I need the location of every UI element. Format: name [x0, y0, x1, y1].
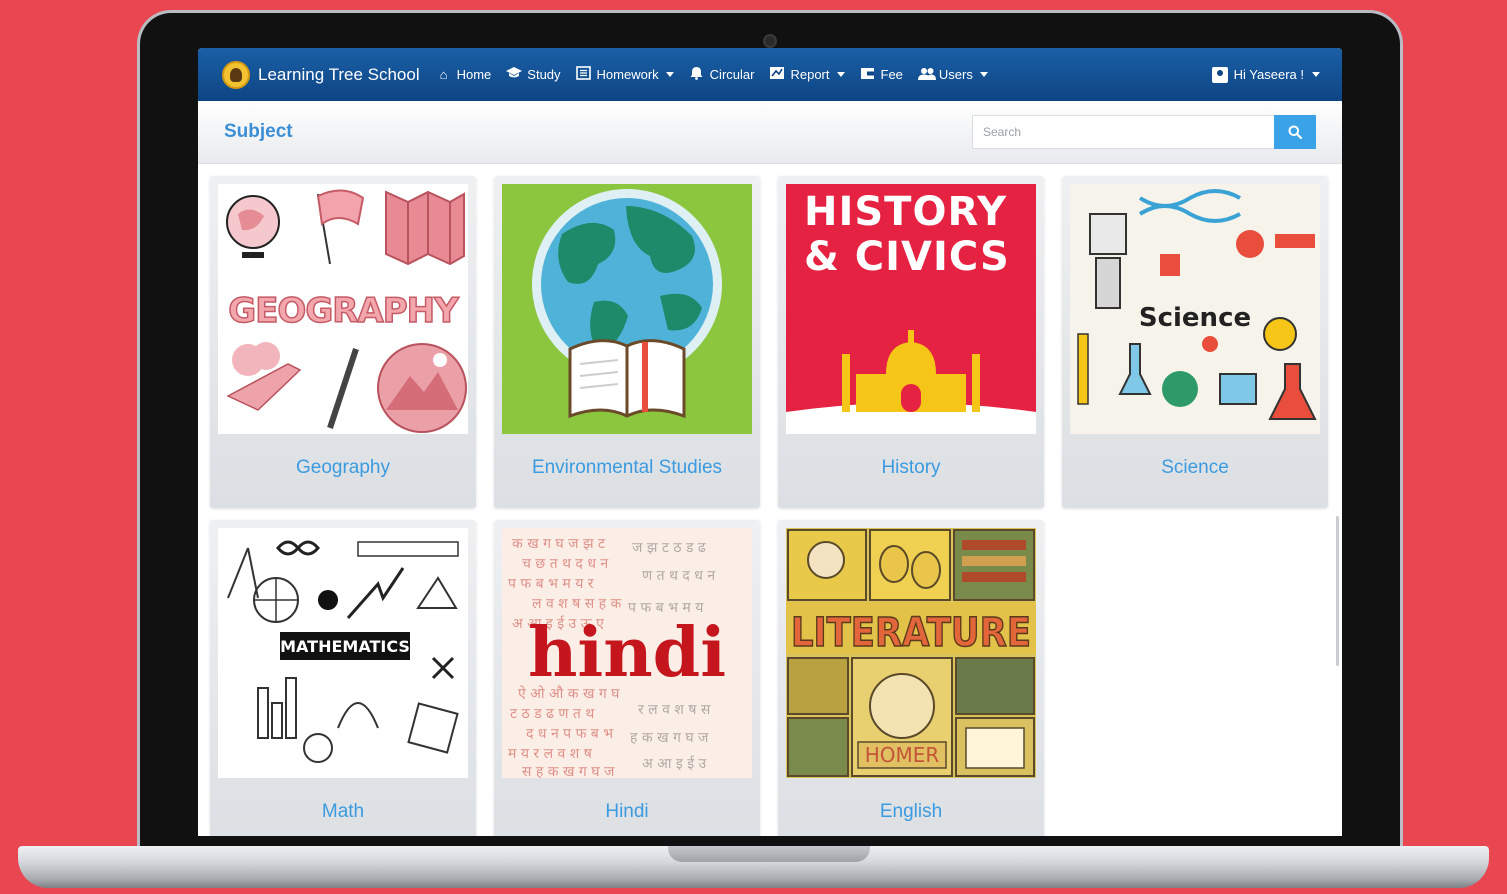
subject-image-math: MATHEMATICS — [218, 528, 468, 778]
subject-label: History — [881, 457, 941, 478]
user-menu[interactable]: Hi Yaseera ! — [1211, 66, 1320, 83]
nav-item-label: Fee — [880, 67, 903, 82]
book-icon — [576, 66, 592, 83]
nav-item-label: Study — [527, 67, 561, 82]
laptop-notch — [668, 846, 870, 862]
page-title: Subject — [224, 121, 293, 142]
subject-label: Environmental Studies — [531, 457, 723, 478]
svg-text:म य र ल व श ष: म य र ल व श ष — [508, 746, 593, 762]
navbar: Learning Tree School ⌂ Home Study Homewo… — [198, 48, 1342, 101]
nav-item-circular[interactable]: Circular — [689, 66, 755, 83]
wallet-icon — [860, 66, 876, 83]
math-image-text: MATHEMATICS — [280, 637, 410, 656]
report-icon — [769, 66, 785, 83]
nav-item-label: Report — [790, 67, 830, 82]
nav-item-report[interactable]: Report — [769, 66, 845, 83]
app-screen: Learning Tree School ⌂ Home Study Homewo… — [198, 48, 1342, 836]
subject-image-history: HISTORY & CIVICS — [786, 184, 1036, 434]
subject-label: Geography — [295, 457, 390, 478]
subject-card-english[interactable]: LITERATURE HOMER English — [778, 520, 1044, 836]
nav-item-label: Users — [938, 67, 973, 82]
user-greeting: Hi Yaseera ! — [1233, 67, 1304, 82]
nav-item-users[interactable]: Users — [917, 67, 988, 83]
subject-card-environmental-studies[interactable]: Environmental Studies — [494, 176, 760, 508]
nav-item-label: Circular — [709, 67, 755, 82]
svg-text:द ध न प फ ब भ: द ध न प फ ब भ — [526, 726, 614, 742]
nav-item-label: Homework — [596, 67, 659, 82]
subject-card-math[interactable]: MATHEMATICS Math — [210, 520, 476, 836]
subject-label: Hindi — [605, 801, 649, 822]
svg-text:ण त थ द ध न: ण त थ द ध न — [642, 568, 715, 584]
bell-icon — [689, 66, 705, 83]
school-logo-icon — [222, 60, 250, 89]
user-profile-icon — [1211, 66, 1228, 83]
subject-image-geography: GEOGRAPHY — [218, 184, 468, 434]
graduation-cap-icon — [506, 67, 523, 82]
nav-item-study[interactable]: Study — [506, 67, 561, 82]
subject-image-hindi: क ख ग घ ज झ ट च छ त थ द ध न प फ ब भ म य र… — [502, 528, 752, 778]
subject-image-environmental-studies — [502, 184, 752, 434]
svg-text:स ह क ख ग घ ज: स ह क ख ग घ ज — [522, 764, 615, 778]
chevron-down-icon — [836, 72, 845, 77]
subject-card-history[interactable]: HISTORY & CIVICS History — [778, 176, 1044, 508]
svg-text:ट ठ ड ढ ण त थ: ट ठ ड ढ ण त थ — [510, 706, 595, 722]
subject-card-science[interactable]: Science Science — [1062, 176, 1328, 508]
camera-icon — [763, 34, 777, 48]
subject-image-science: Science — [1070, 184, 1320, 434]
nav-item-homework[interactable]: Homework — [576, 66, 674, 83]
geography-image-text: GEOGRAPHY — [228, 291, 459, 331]
svg-text:प फ ब भ म य र: प फ ब भ म य र — [508, 576, 594, 592]
svg-text:ल व श ष स ह क: ल व श ष स ह क — [532, 596, 621, 612]
brand-name: Learning Tree School — [258, 64, 420, 84]
subject-card-geography[interactable]: GEOGRAPHY Geography — [210, 176, 476, 508]
nav-item-fee[interactable]: Fee — [860, 66, 903, 83]
home-icon: ⌂ — [439, 67, 448, 82]
subject-label: Science — [1161, 457, 1229, 478]
page-header: Subject — [198, 101, 1342, 164]
users-icon — [917, 67, 936, 83]
chevron-down-icon — [665, 72, 674, 77]
search-input[interactable] — [972, 115, 1274, 149]
brand[interactable]: Learning Tree School — [222, 60, 420, 89]
nav-item-label: Home — [456, 67, 492, 82]
english-image-subtext: HOMER — [865, 743, 940, 767]
nav-item-home[interactable]: ⌂ Home — [436, 67, 492, 82]
svg-text:च छ त थ द ध न: च छ त थ द ध न — [522, 556, 608, 572]
svg-text:ज झ ट ठ ड ढ: ज झ ट ठ ड ढ — [632, 540, 707, 556]
subject-label: English — [879, 801, 943, 822]
svg-text:ह क ख ग घ ज: ह क ख ग घ ज — [630, 730, 709, 746]
english-image-text: LITERATURE — [791, 610, 1031, 656]
subject-card-hindi[interactable]: क ख ग घ ज झ ट च छ त थ द ध न प फ ब भ म य र… — [494, 520, 760, 836]
subject-label: Math — [321, 801, 365, 822]
subject-image-english: LITERATURE HOMER — [786, 528, 1036, 778]
svg-text:र ल व श ष स: र ल व श ष स — [638, 702, 711, 718]
chevron-down-icon — [979, 72, 988, 77]
subject-grid: GEOGRAPHY Geography Environmental Studie… — [210, 176, 1330, 836]
science-image-text: Science — [1139, 303, 1251, 333]
svg-text:अ आ इ ई उ: अ आ इ ई उ — [642, 755, 707, 772]
search-icon — [1288, 125, 1302, 139]
nav-menu: ⌂ Home Study Homework Circular Report Fe… — [436, 66, 988, 83]
chevron-down-icon — [1312, 72, 1320, 77]
scrollbar[interactable] — [1336, 516, 1339, 666]
svg-text:क ख ग घ ज झ ट: क ख ग घ ज झ ट — [512, 536, 606, 552]
hindi-image-text: hindi — [528, 613, 726, 693]
search-box — [972, 115, 1316, 149]
search-button[interactable] — [1274, 115, 1316, 149]
